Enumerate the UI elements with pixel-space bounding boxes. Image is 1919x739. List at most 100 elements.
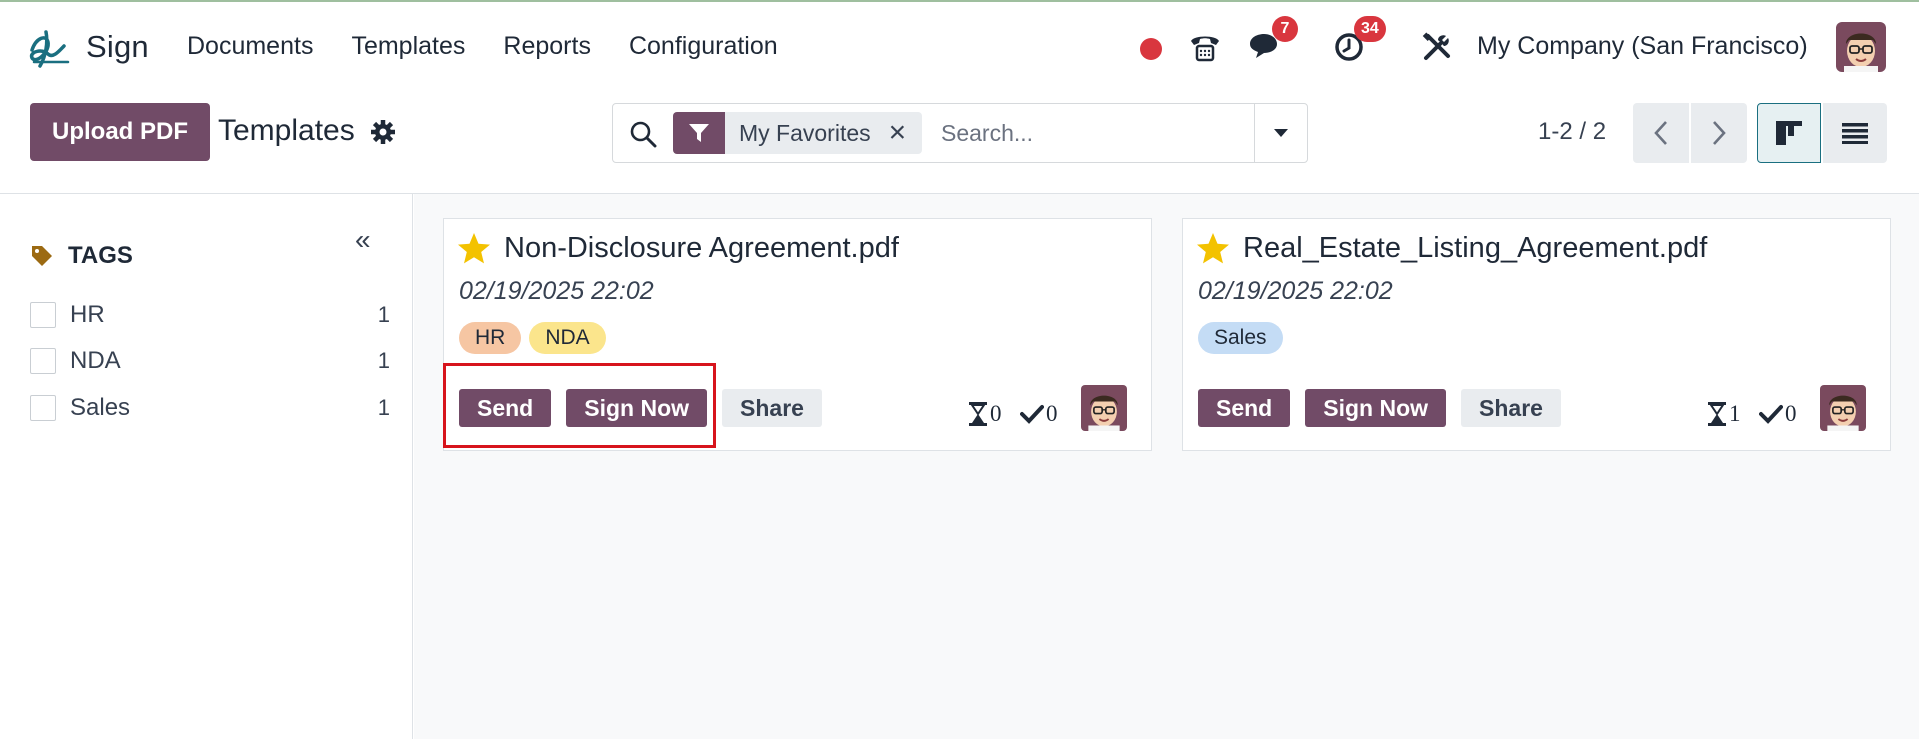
tag-filter-count: 1 [377,395,390,420]
menu-documents[interactable]: Documents [187,32,313,61]
pager-previous-button[interactable] [1633,103,1689,163]
tag-pill: NDA [529,322,606,354]
card-title: Non-Disclosure Agreement.pdf [504,232,899,264]
share-button[interactable]: Share [1461,389,1561,427]
pager-next-button[interactable] [1691,103,1747,163]
sign-now-button[interactable]: Sign Now [1305,389,1447,427]
pending-value: 1 [1729,401,1741,426]
search-bar: My Favorites × [612,103,1308,163]
card-actions: Send Sign Now Share [459,389,822,427]
menu-configuration[interactable]: Configuration [629,32,778,61]
card-tags: Sales [1198,322,1283,354]
pending-count: 1 [1707,401,1741,427]
signed-value: 0 [1785,401,1797,426]
search-panel: « TAGS HR 1 NDA 1 Sales 1 [0,194,413,739]
gear-icon[interactable] [370,119,396,145]
tag-filter-label: HR [70,301,105,328]
upload-pdf-button[interactable]: Upload PDF [30,103,210,161]
avatar-image [1836,22,1886,72]
phone-icon [1191,36,1219,62]
checkbox[interactable] [30,395,56,421]
tag-filter-count: 1 [377,302,390,327]
responsible-avatar[interactable] [1820,385,1866,431]
check-icon [1020,405,1044,424]
star-icon[interactable] [1195,231,1231,267]
double-chevron-left-icon[interactable]: « [355,224,371,256]
debug-tools-button[interactable] [1420,30,1454,64]
pending-value: 0 [990,401,1002,426]
facet-type [673,112,725,154]
card-date: 02/19/2025 22:02 [459,277,654,305]
send-button[interactable]: Send [1198,389,1291,427]
sign-logo-icon [29,30,70,68]
phone-button[interactable] [1188,30,1222,64]
kanban-view-button[interactable] [1757,103,1821,163]
search-options-toggle[interactable] [1254,104,1307,162]
main-menu: Documents Templates Reports Configuratio… [187,32,778,61]
kanban-view-icon [1776,121,1802,145]
avatar-image [1820,385,1866,431]
top-navbar: Sign Documents Templates Reports Configu… [0,0,1919,92]
tag-filter-nda[interactable]: NDA 1 [30,345,390,377]
menu-reports[interactable]: Reports [503,32,591,61]
app-brand[interactable]: Sign [26,24,149,70]
control-panel: Upload PDF Templates My Favorites × Sear… [0,92,1919,194]
activities-badge: 34 [1354,16,1386,42]
company-switcher[interactable]: My Company (San Francisco) [1477,32,1808,61]
close-icon[interactable]: × [889,118,907,148]
user-avatar[interactable] [1836,22,1886,72]
avatar-image [1081,385,1127,431]
messages-button[interactable]: 7 [1248,16,1298,64]
send-button[interactable]: Send [459,389,552,427]
tags-section-title: TAGS [68,242,133,269]
responsible-avatar[interactable] [1081,385,1127,431]
pager-value[interactable]: 1-2 / 2 [1538,118,1606,146]
filter-icon [689,124,709,142]
template-card[interactable]: Real_Estate_Listing_Agreement.pdf 02/19/… [1182,218,1891,451]
tag-filter-hr[interactable]: HR 1 [30,299,390,331]
messages-badge: 7 [1272,16,1298,42]
tag-pill: HR [459,322,522,354]
list-view-button[interactable] [1823,103,1887,163]
check-icon [1759,405,1783,424]
hourglass-icon [1708,402,1726,426]
sign-now-button[interactable]: Sign Now [566,389,708,427]
search-facet: My Favorites × [673,112,923,154]
tag-icon [32,246,52,266]
template-card[interactable]: Non-Disclosure Agreement.pdf 02/19/2025 … [443,218,1152,451]
share-button[interactable]: Share [722,389,822,427]
list-view-icon [1842,123,1868,144]
checkbox[interactable] [30,302,56,328]
page-title: Templates [218,114,355,147]
chevron-right-icon [1713,121,1726,145]
signed-count: 0 [1020,401,1058,427]
menu-templates[interactable]: Templates [351,32,465,61]
tag-filter-label: Sales [70,394,131,421]
activities-button[interactable]: 34 [1332,16,1386,64]
record-button[interactable] [1134,32,1168,66]
tag-filter-count: 1 [377,348,390,373]
caret-down-icon [1274,129,1288,137]
pending-count: 0 [968,401,1002,427]
search-icon[interactable] [629,120,657,148]
search-input[interactable] [941,112,1251,154]
chevron-left-icon [1654,121,1667,145]
signed-count: 0 [1759,401,1797,427]
tag-filter-label: NDA [70,347,121,374]
card-tags: HR NDA [459,322,606,354]
kanban-view: Non-Disclosure Agreement.pdf 02/19/2025 … [414,194,1919,739]
facet-value: My Favorites × [725,112,923,154]
card-actions: Send Sign Now Share [1198,389,1561,427]
app-name: Sign [86,29,149,64]
tag-filter-sales[interactable]: Sales 1 [30,392,390,424]
facet-label: My Favorites [739,119,871,146]
star-icon[interactable] [456,231,492,267]
signed-value: 0 [1046,401,1058,426]
hourglass-icon [969,402,987,426]
checkbox[interactable] [30,348,56,374]
tags-section-header: TAGS [30,242,133,270]
card-date: 02/19/2025 22:02 [1198,277,1393,305]
record-dot-icon [1140,38,1162,60]
tools-icon [1422,32,1450,60]
tag-pill: Sales [1198,322,1283,354]
